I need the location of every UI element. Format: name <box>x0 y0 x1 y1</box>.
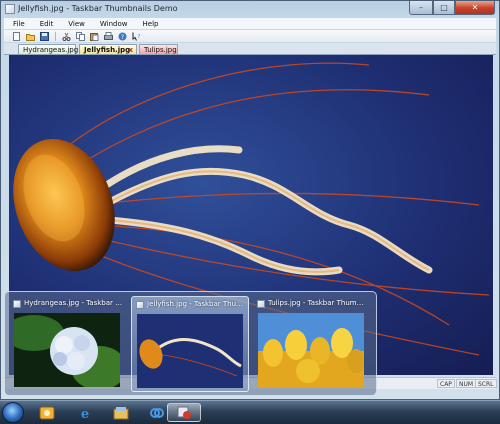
windows-taskbar: e <box>0 400 500 424</box>
app-taskbar-button[interactable] <box>167 403 201 422</box>
close-button[interactable]: ✕ <box>455 1 495 15</box>
tulips-thumbnail-image <box>258 313 364 387</box>
menu-bar: File Edit View Window Help <box>4 18 496 29</box>
maximize-button[interactable]: □ <box>433 1 455 15</box>
tab-close-icon[interactable]: x <box>128 45 133 55</box>
window-controls: – □ ✕ <box>409 1 495 15</box>
start-orb-icon[interactable] <box>2 402 24 423</box>
window-title: Jellyfish.jpg - Taskbar Thumbnails Demo <box>18 4 178 13</box>
tab-tulips[interactable]: Tulips.jpg <box>139 44 178 54</box>
cut-icon[interactable] <box>61 32 71 41</box>
menu-edit[interactable]: Edit <box>31 20 60 28</box>
document-icon <box>136 301 144 309</box>
menu-window[interactable]: Window <box>91 20 134 28</box>
document-icon <box>257 300 265 308</box>
tab-hydrangeas[interactable]: Hydrangeas.jpg <box>18 44 78 54</box>
app-icon[interactable] <box>5 4 15 14</box>
status-scrl: SCRL <box>475 379 497 388</box>
document-tabs: Hydrangeas.jpg Jellyfish.jpg x Tulips.jp… <box>4 43 496 55</box>
copy-icon[interactable] <box>75 31 85 41</box>
context-help-icon[interactable]: ? <box>131 32 141 41</box>
app-icon <box>177 406 191 419</box>
thumbnail-title: Jellyfish.jpg - Taskbar Thumbna... <box>147 300 247 308</box>
toolbar: ? ? <box>4 30 496 42</box>
thumbnail-jellyfish[interactable]: Jellyfish.jpg - Taskbar Thumbna... <box>131 296 249 392</box>
hydrangeas-thumbnail-image <box>14 313 120 387</box>
open-icon[interactable] <box>25 32 35 41</box>
taskbar-thumbnail-flyout: Hydrangeas.jpg - Taskbar Thu... Jellyfis… <box>4 291 377 396</box>
document-icon <box>13 300 21 308</box>
menu-file[interactable]: File <box>4 20 31 28</box>
menu-help[interactable]: Help <box>134 20 165 28</box>
thumbnail-hydrangeas[interactable]: Hydrangeas.jpg - Taskbar Thu... <box>9 296 127 392</box>
svg-text:?: ? <box>137 34 140 40</box>
title-bar[interactable]: Jellyfish.jpg - Taskbar Thumbnails Demo … <box>1 1 499 18</box>
minimize-button[interactable]: – <box>409 1 433 15</box>
menu-view[interactable]: View <box>59 20 91 28</box>
toolbar-separator <box>55 31 56 41</box>
print-icon[interactable] <box>103 31 113 41</box>
jellyfish-thumbnail-image <box>137 314 243 388</box>
outlook-icon[interactable] <box>30 403 64 422</box>
svg-text:e: e <box>81 407 89 420</box>
internet-explorer-icon[interactable]: e <box>68 403 102 422</box>
file-explorer-icon[interactable] <box>104 403 138 422</box>
thumbnail-title: Hydrangeas.jpg - Taskbar Thu... <box>24 299 124 307</box>
thumbnail-title: Tulips.jpg - Taskbar Thumbnail... <box>268 299 368 307</box>
paste-icon[interactable] <box>89 32 99 41</box>
status-cap: CAP <box>437 379 455 388</box>
tab-jellyfish[interactable]: Jellyfish.jpg x <box>79 44 137 54</box>
svg-text:?: ? <box>120 34 123 41</box>
save-icon[interactable] <box>39 31 49 41</box>
tab-jellyfish-label: Jellyfish.jpg <box>84 46 131 54</box>
thumbnail-tulips[interactable]: Tulips.jpg - Taskbar Thumbnail... <box>253 296 371 392</box>
status-num: NUM <box>456 379 477 388</box>
help-icon[interactable]: ? <box>117 32 127 41</box>
new-icon[interactable] <box>11 31 21 41</box>
